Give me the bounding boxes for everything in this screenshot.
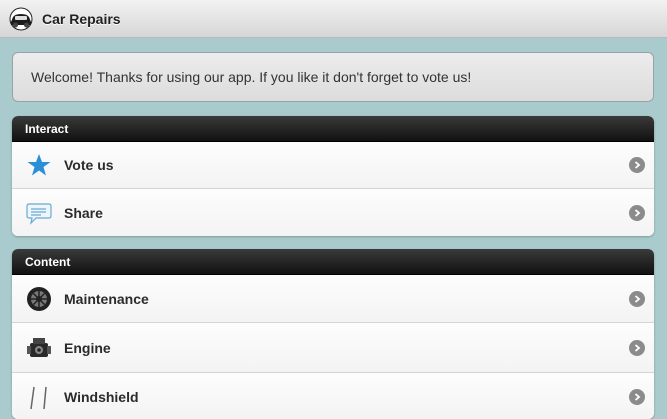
app-header: Car Repairs xyxy=(0,0,667,38)
app-title: Car Repairs xyxy=(42,10,121,27)
list-item-share[interactable]: Share xyxy=(12,189,654,236)
chevron-right-icon xyxy=(629,388,645,405)
list-item-label: Maintenance xyxy=(64,290,149,307)
group-header-content: Content xyxy=(12,249,654,275)
list-item-label: Engine xyxy=(64,339,111,356)
list-item-label: Share xyxy=(64,204,103,221)
chevron-right-icon xyxy=(629,339,645,356)
car-icon xyxy=(7,5,35,33)
content-group: Content Maintenance Engine Windshield xyxy=(12,249,654,419)
chevron-right-icon xyxy=(629,290,645,307)
welcome-message: Welcome! Thanks for using our app. If yo… xyxy=(12,52,654,102)
speech-bubble-icon xyxy=(25,199,53,227)
chevron-right-icon xyxy=(629,157,645,173)
list-item-label: Windshield xyxy=(64,388,139,405)
wiper-icon xyxy=(25,383,53,411)
star-icon xyxy=(25,151,53,179)
group-header-interact: Interact xyxy=(12,116,654,142)
chevron-right-icon xyxy=(629,204,645,221)
wheel-icon xyxy=(25,285,53,313)
group-title: Content xyxy=(25,254,71,269)
list-item-maintenance[interactable]: Maintenance xyxy=(12,275,654,323)
engine-icon xyxy=(25,334,53,362)
list-item-engine[interactable]: Engine xyxy=(12,323,654,373)
list-item-label: Vote us xyxy=(64,157,114,173)
group-title: Interact xyxy=(25,121,69,136)
interact-group: Interact Vote us Share xyxy=(12,116,654,236)
list-item-vote-us[interactable]: Vote us xyxy=(12,142,654,189)
list-item-windshield[interactable]: Windshield xyxy=(12,373,654,419)
welcome-text: Welcome! Thanks for using our app. If yo… xyxy=(31,69,472,85)
